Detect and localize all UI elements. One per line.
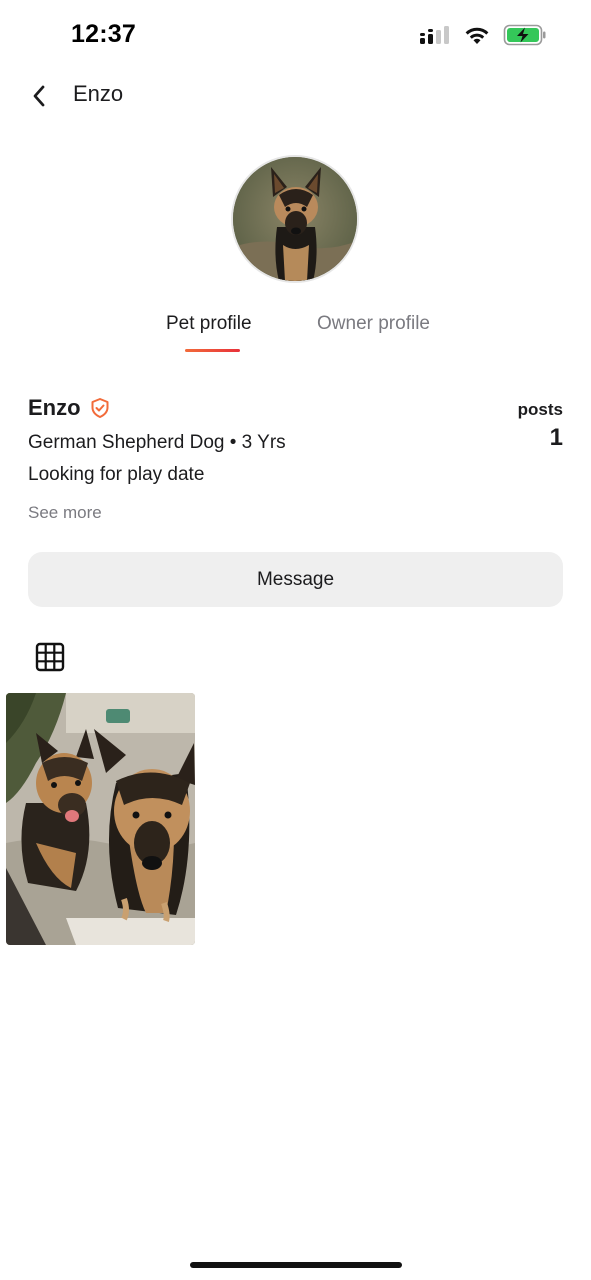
back-button[interactable]	[24, 80, 54, 112]
active-tab-indicator	[185, 349, 240, 352]
cellular-signal-icon	[420, 26, 449, 44]
header-title: Enzo	[73, 81, 124, 106]
home-indicator	[190, 1262, 402, 1268]
posts-count: 1	[549, 424, 563, 451]
message-button[interactable]: Message	[28, 552, 563, 607]
posts-label: posts	[517, 400, 563, 419]
status-time: 12:37	[71, 20, 136, 48]
pet-name: Enzo	[28, 395, 81, 420]
status-icons	[419, 24, 547, 46]
grid-icon[interactable]	[35, 642, 65, 672]
post-thumbnail[interactable]	[6, 693, 195, 945]
wifi-icon	[465, 27, 489, 44]
breed-age-text: German Shepherd Dog • 3 Yrs	[28, 432, 286, 453]
see-more-link[interactable]: See more	[28, 503, 102, 523]
chevron-left-icon	[33, 85, 45, 107]
tab-pet-profile[interactable]: Pet profile	[166, 313, 252, 335]
pet-avatar	[231, 155, 359, 283]
shield-check-icon	[91, 398, 109, 418]
battery-charging-icon	[503, 24, 546, 46]
bio-text: Looking for play date	[28, 464, 205, 485]
tab-owner-profile[interactable]: Owner profile	[317, 313, 430, 335]
